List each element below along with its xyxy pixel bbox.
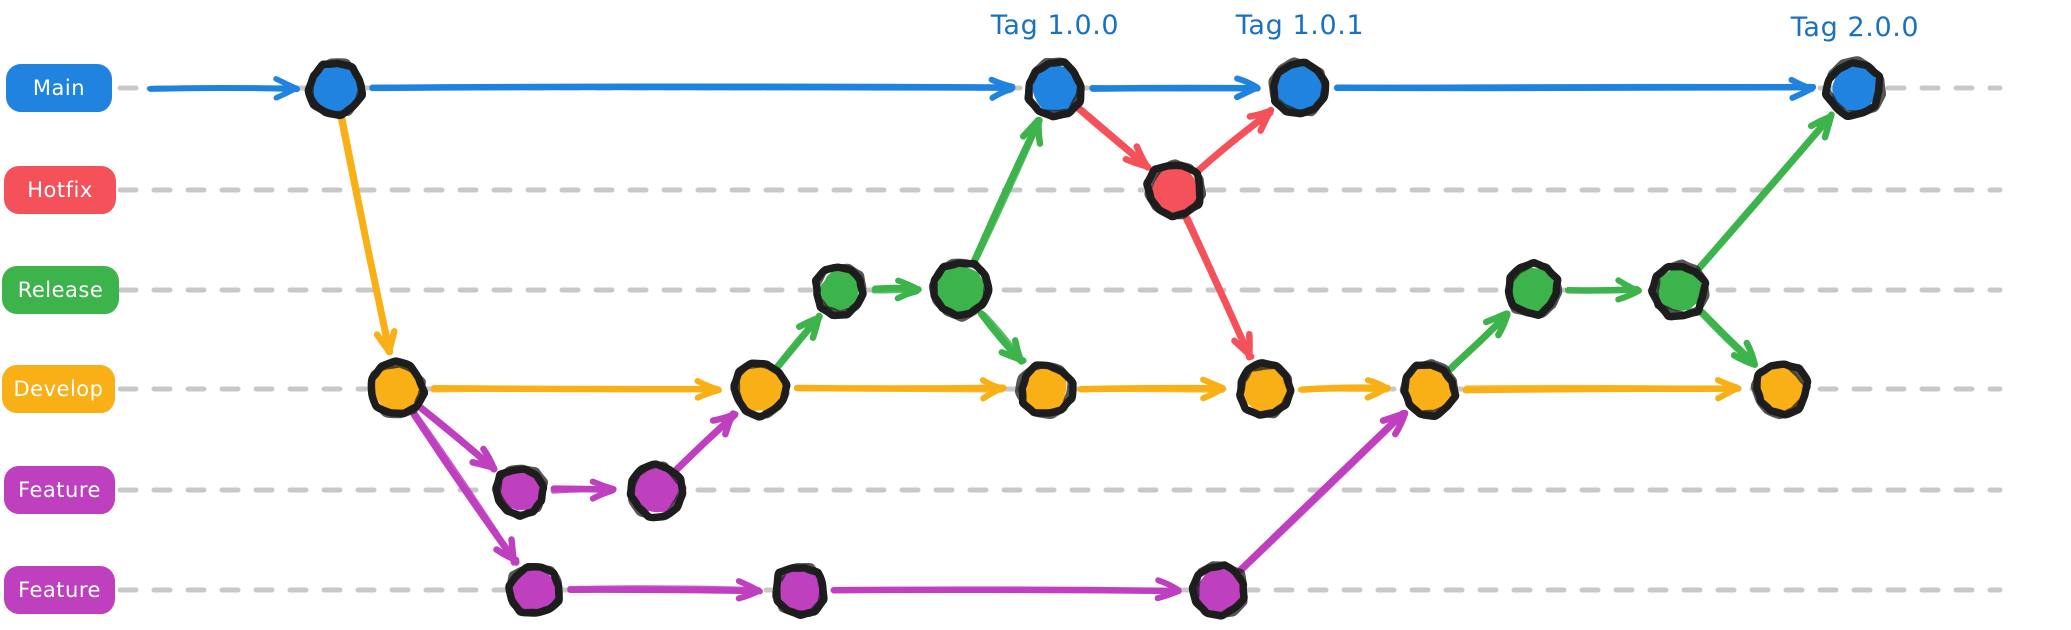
commit-node-m2[interactable]	[1268, 57, 1330, 118]
diagram-canvas	[117, 56, 2003, 620]
commit-node-f1a[interactable]	[492, 464, 548, 520]
commit-node-f1b[interactable]	[626, 460, 687, 522]
edge-e-m0-m1	[369, 76, 1016, 101]
node-layer	[304, 56, 1887, 620]
commit-node-f2b[interactable]	[772, 562, 828, 619]
lane-label-main[interactable]: Main	[10, 68, 108, 108]
commit-node-r2[interactable]	[1504, 259, 1563, 319]
edge-e-r2-r3	[1564, 277, 1642, 303]
tag-label-tag-1-0-0: Tag 1.0.0	[990, 10, 1120, 41]
lane-label-hotfix[interactable]: Hotfix	[8, 170, 112, 210]
edge-e-f1b-d1	[672, 410, 739, 474]
edge-e-h0-m2	[1194, 106, 1275, 175]
lane-label-text: Feature	[18, 478, 101, 502]
commit-node-d0[interactable]	[367, 357, 429, 419]
edge-e-m1-m2	[1089, 75, 1261, 101]
lane-label-text: Release	[17, 278, 104, 302]
edge-e-d0-d1	[430, 378, 722, 401]
tag-label-tag-2-0-0: Tag 2.0.0	[1790, 12, 1920, 43]
lane-label-feature2[interactable]: Feature	[8, 570, 111, 610]
commit-node-f2a[interactable]	[505, 562, 563, 617]
edge-layer	[146, 75, 1835, 602]
lane-label-text: Main	[32, 76, 86, 100]
commit-node-d4[interactable]	[1399, 359, 1460, 421]
commit-node-h0[interactable]	[1143, 159, 1207, 221]
lane-label-develop[interactable]: Develop	[6, 369, 111, 409]
edge-e-m1-h0	[1074, 104, 1152, 171]
edge-e-d1-r0	[774, 312, 823, 371]
commit-node-r1[interactable]	[928, 258, 993, 322]
commit-node-r3[interactable]	[1648, 259, 1710, 321]
edge-e-r1-d2	[977, 310, 1027, 365]
lane-label-text: Develop	[13, 377, 104, 401]
commit-node-d5[interactable]	[1750, 360, 1812, 420]
commit-node-f2c[interactable]	[1188, 561, 1248, 620]
tag-label-tag-1-0-1: Tag 1.0.1	[1235, 10, 1365, 41]
edge-e-m2-m3	[1333, 76, 1817, 101]
edge-e-r0-r1	[871, 277, 922, 302]
edge-e-d1-d2	[793, 377, 1007, 402]
edge-e-d4-r2	[1448, 310, 1511, 373]
lane-label-text: Hotfix	[27, 178, 93, 202]
commit-node-m0[interactable]	[304, 58, 367, 120]
lane-label-text: Feature	[18, 578, 101, 602]
edge-e-start-m0	[146, 76, 300, 101]
edge-e-m0-d0	[337, 113, 398, 356]
edge-e-d4-d5	[1462, 377, 1742, 402]
edge-e-f2b-f2c	[830, 577, 1182, 602]
commit-node-m1[interactable]	[1024, 57, 1085, 121]
commit-node-d1[interactable]	[730, 359, 791, 421]
commit-node-d2[interactable]	[1014, 361, 1077, 419]
commit-node-m3[interactable]	[1821, 56, 1887, 121]
commit-node-r0[interactable]	[811, 263, 867, 320]
lane-label-feature1[interactable]: Feature	[8, 470, 111, 510]
lane-dashed-lines	[117, 85, 2003, 593]
commit-node-d3[interactable]	[1236, 359, 1295, 419]
edge-e-f2a-f2b	[567, 578, 763, 602]
git-branching-diagram: Main Hotfix Release Develop Feature Feature T…	[0, 0, 2071, 630]
edge-e-f1a-f1b	[550, 478, 617, 502]
edge-e-r3-d5	[1697, 308, 1759, 368]
edge-e-d3-d4	[1297, 377, 1391, 401]
edge-e-d2-d3	[1077, 376, 1226, 402]
lane-label-release[interactable]: Release	[6, 270, 115, 310]
